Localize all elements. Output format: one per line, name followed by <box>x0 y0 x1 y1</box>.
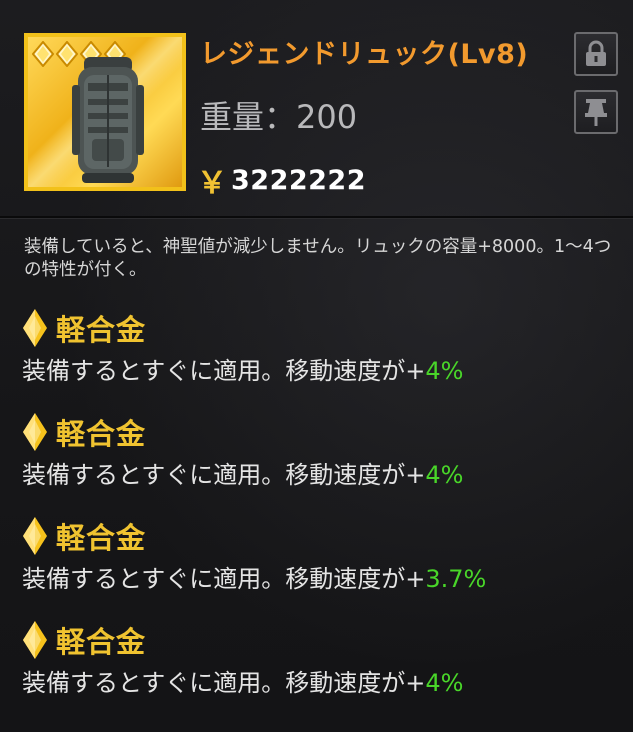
trait-description: 装備するとすぐに適用。移動速度が+3.7% <box>22 559 622 599</box>
trait-description: 装備するとすぐに適用。移動速度が+4% <box>22 663 622 703</box>
trait-text: 装備するとすぐに適用。移動速度が+ <box>22 669 426 697</box>
lock-button[interactable] <box>574 32 618 76</box>
trait-name: 軽合金 <box>56 521 147 555</box>
trait-description: 装備するとすぐに適用。移動速度が+4% <box>22 351 622 391</box>
trait-item: 軽合金 装備するとすぐに適用。移動速度が+4% <box>22 617 622 721</box>
item-tooltip-panel: レジェンドリュック(Lv8) 重量：200 ￥ 3222222 装備していると、… <box>0 0 633 732</box>
trait-name: 軽合金 <box>56 625 147 659</box>
price-value: 3222222 <box>231 164 367 196</box>
currency-symbol: ￥ <box>197 166 227 201</box>
trait-description: 装備するとすぐに適用。移動速度が+4% <box>22 455 622 495</box>
item-description: 装備していると、神聖値が減少しません。リュックの容量+8000。1～4つの特性が… <box>24 237 612 280</box>
trait-name: 軽合金 <box>56 417 147 451</box>
lock-icon <box>586 40 606 66</box>
trait-value: 4% <box>425 461 464 489</box>
trait-value: 3.7% <box>425 565 487 593</box>
trait-item: 軽合金 装備するとすぐに適用。移動速度が+4% <box>22 409 622 513</box>
trait-value: 4% <box>425 669 464 697</box>
trait-text: 装備するとすぐに適用。移動速度が+ <box>22 357 426 385</box>
item-icon-frame <box>24 33 186 191</box>
backpack-icon <box>72 57 144 183</box>
trait-diamond-icon <box>23 309 47 347</box>
trait-diamond-icon <box>23 621 47 659</box>
trait-list: 軽合金 装備するとすぐに適用。移動速度が+4% 軽合金 装備するとすぐに適用。移… <box>22 305 622 721</box>
item-price: ￥ 3222222 <box>197 158 366 202</box>
trait-item: 軽合金 装備するとすぐに適用。移動速度が+3.7% <box>22 513 622 617</box>
trait-diamond-icon <box>23 413 47 451</box>
trait-value: 4% <box>425 357 464 385</box>
rarity-diamond-icon <box>32 41 54 67</box>
trait-text: 装備するとすぐに適用。移動速度が+ <box>22 565 426 593</box>
trait-text: 装備するとすぐに適用。移動速度が+ <box>22 461 426 489</box>
trait-diamond-icon <box>23 517 47 555</box>
pin-button[interactable] <box>574 90 618 134</box>
item-weight: 重量：200 <box>200 98 358 136</box>
trait-name: 軽合金 <box>56 313 147 347</box>
divider <box>0 216 633 219</box>
item-title: レジェンドリュック(Lv8) <box>200 39 529 70</box>
pin-icon <box>585 99 607 126</box>
trait-item: 軽合金 装備するとすぐに適用。移動速度が+4% <box>22 305 622 409</box>
